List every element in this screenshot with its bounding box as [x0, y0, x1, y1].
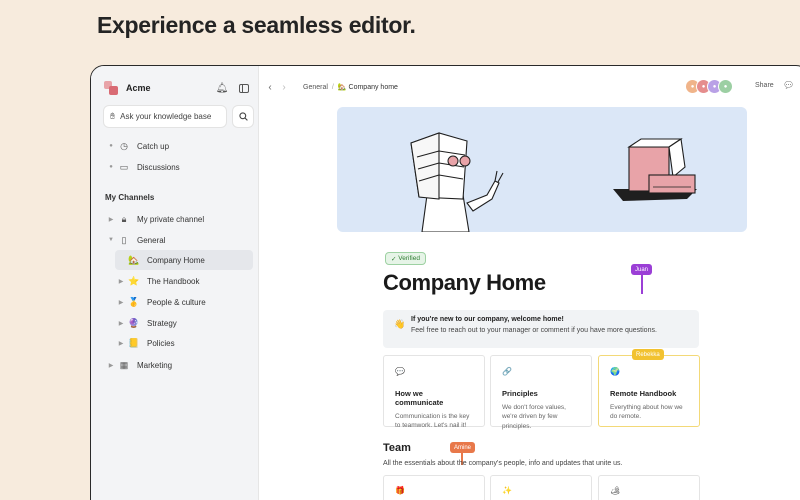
sidebar-toggle-icon[interactable]: [234, 80, 254, 96]
channel-icon: ▯: [121, 234, 127, 245]
nav-item-catch-up[interactable]: ● ◷ Catch up: [105, 136, 253, 156]
channel-label: Marketing: [137, 360, 173, 370]
camping-icon: 🏕: [610, 486, 621, 495]
breadcrumb-separator: /: [331, 83, 334, 91]
breadcrumb-current-icon: 🏡: [337, 84, 349, 91]
app-window: Acme 🔔︎ ✋︎ Ask your knowledge base ● ◷ C…: [90, 65, 800, 500]
team-card[interactable]: 🏕: [598, 475, 700, 500]
channel-label: Strategy: [147, 318, 177, 328]
channel-label: Policies: [147, 338, 175, 348]
chevron-right-icon[interactable]: ▶: [105, 216, 117, 223]
card-title: How we communicate: [395, 389, 444, 407]
globe-icon: 🌍: [610, 367, 620, 376]
top-bar: ‹ › General / 🏡 Company home ● ● ● ● Sha…: [259, 77, 800, 97]
back-arrow-icon[interactable]: ‹: [263, 82, 277, 93]
welcome-callout[interactable]: 👋 If you're new to our company, welcome …: [383, 310, 699, 348]
channel-icon: ▦: [119, 359, 129, 370]
team-card[interactable]: 🎁: [383, 475, 485, 500]
cursor-caret: [641, 274, 643, 294]
check-icon: ✓: [391, 255, 399, 263]
channel-label: The Handbook: [147, 276, 200, 286]
comment-icon[interactable]: 💬︎: [783, 80, 794, 91]
channel-strategy[interactable]: ▶ 🔮 Strategy: [115, 313, 253, 333]
nav-item-discussions[interactable]: ● ▭ Discussions: [105, 157, 253, 177]
main-content: ‹ › General / 🏡 Company home ● ● ● ● Sha…: [259, 66, 800, 500]
sidebar: Acme 🔔︎ ✋︎ Ask your knowledge base ● ◷ C…: [91, 66, 259, 500]
link-icon: 🔗: [502, 367, 512, 376]
share-button[interactable]: Share: [755, 82, 774, 89]
channel-label: My private channel: [137, 214, 205, 224]
breadcrumb-parent[interactable]: General: [303, 84, 328, 91]
search-placeholder: Ask your knowledge base: [120, 112, 212, 121]
channel-label: Company Home: [147, 255, 205, 265]
sparkles-icon: ✨: [502, 486, 512, 495]
star-icon: ⭐: [128, 275, 140, 286]
team-heading[interactable]: Team: [383, 442, 411, 454]
chevron-right-icon[interactable]: ▶: [115, 299, 127, 306]
bell-icon[interactable]: 🔔︎: [212, 80, 232, 96]
card-title: Principles: [502, 389, 538, 398]
page-title[interactable]: Company Home: [383, 270, 546, 296]
chevron-right-icon[interactable]: ▶: [115, 320, 127, 327]
card-desc: Everything about how we do remote.: [610, 404, 683, 421]
cursor-tag-amine: Amine: [450, 442, 476, 453]
verified-label: Verified: [398, 255, 420, 262]
channel-general[interactable]: ▼ ▯ General: [105, 230, 253, 250]
chevron-right-icon[interactable]: ▶: [115, 340, 127, 347]
team-card[interactable]: ✨: [490, 475, 592, 500]
crystal-ball-icon: 🔮: [128, 317, 140, 328]
bullet-icon: ●: [109, 164, 113, 170]
bullet-icon: ●: [109, 143, 113, 149]
team-description: All the essentials about the company's p…: [383, 460, 623, 467]
channel-label: General: [137, 235, 166, 245]
cover-illustration: [337, 107, 747, 232]
channel-the-handbook[interactable]: ▶ ⭐ The Handbook: [115, 271, 253, 291]
callout-title: If you're new to our company, welcome ho…: [411, 316, 564, 323]
chat-icon: ▭: [119, 161, 129, 172]
clock-icon: ◷: [120, 140, 128, 151]
channel-company-home[interactable]: 🏡 Company Home: [115, 250, 253, 270]
breadcrumb-current[interactable]: Company home: [349, 84, 398, 91]
nav-label: Catch up: [137, 141, 170, 151]
channel-people-culture[interactable]: ▶ 🥇 People & culture: [115, 292, 253, 312]
card-how-we-communicate[interactable]: 💬 How we communicate Communication is th…: [383, 355, 485, 429]
card-desc: Communication is the key to teamwork. Le…: [395, 413, 470, 430]
avatar[interactable]: ●: [718, 79, 733, 94]
card-remote-handbook[interactable]: 🌍 Remote Handbook Everything about how w…: [598, 355, 700, 427]
channel-policies[interactable]: ▶ 📒 Policies: [115, 333, 253, 353]
card-title: Remote Handbook: [610, 389, 677, 398]
house-icon: 🏡: [128, 254, 140, 265]
gift-icon: 🎁: [395, 486, 405, 495]
channel-my-private[interactable]: ▶ 🔒︎ My private channel: [105, 209, 253, 229]
search-button[interactable]: [232, 105, 254, 128]
search-row: ✋︎ Ask your knowledge base: [103, 105, 254, 128]
chevron-right-icon[interactable]: ▶: [105, 362, 117, 369]
workspace-logo-icon: [104, 81, 118, 95]
notebook-icon: 📒: [128, 337, 140, 348]
search-icon: [238, 112, 248, 121]
card-principles[interactable]: 🔗 Principles We don't force values, we'r…: [490, 355, 592, 430]
section-label-my-channels: My Channels: [105, 193, 155, 202]
channel-marketing[interactable]: ▶ ▦ Marketing: [105, 355, 253, 375]
lock-icon: 🔒︎: [121, 213, 127, 224]
search-input[interactable]: ✋︎ Ask your knowledge base: [103, 105, 227, 128]
forward-arrow-icon[interactable]: ›: [277, 82, 291, 93]
callout-body: Feel free to reach out to your manager o…: [411, 327, 657, 334]
headline: Experience a seamless editor.: [97, 12, 416, 38]
speech-bubble-icon: 💬: [395, 367, 405, 376]
card-desc: We don't force values, we're driven by f…: [502, 404, 566, 430]
wave-icon: 👋: [394, 319, 406, 329]
cursor-tag-rebekka: Rebekka: [632, 349, 664, 360]
reading-person-illustration: [410, 132, 697, 232]
verified-badge[interactable]: ✓ Verified: [385, 252, 426, 265]
chevron-right-icon[interactable]: ▶: [115, 278, 127, 285]
nav-label: Discussions: [137, 162, 180, 172]
chevron-down-icon[interactable]: ▼: [105, 237, 117, 243]
channel-label: People & culture: [147, 297, 206, 307]
workspace-name[interactable]: Acme: [126, 83, 210, 93]
medal-icon: 🥇: [128, 296, 140, 307]
workspace-header: Acme 🔔︎: [104, 79, 254, 97]
assistant-icon: ✋︎: [110, 111, 116, 121]
collaborator-avatars[interactable]: ● ● ● ●: [685, 79, 733, 94]
